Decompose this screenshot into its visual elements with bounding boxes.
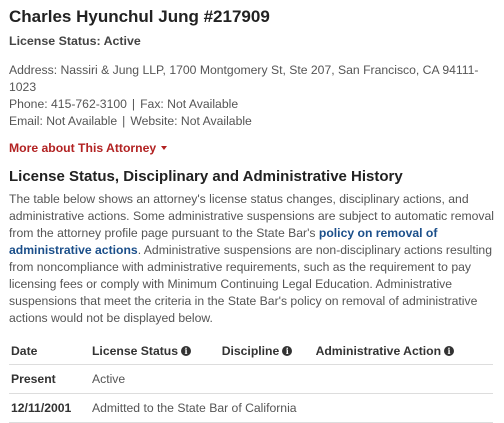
info-circle-icon[interactable]: i: [444, 345, 455, 356]
table-row: 12/11/2001 Admitted to the State Bar of …: [9, 393, 493, 423]
table-row: Present Active: [9, 364, 493, 394]
contact-block: Address: Nassiri & Jung LLP, 1700 Montgo…: [9, 62, 494, 130]
email-website-line: Email: Not Available | Website: Not Availa…: [9, 113, 494, 130]
column-header-discipline-label: Discipline: [221, 344, 280, 358]
row-discipline: [219, 364, 314, 394]
column-header-administrative-action-label: Administrative Action: [315, 344, 442, 358]
row-administrative-action: [313, 364, 493, 394]
separator: |: [122, 114, 126, 128]
column-header-license-status: License Status i: [89, 339, 220, 365]
phone-fax-line: Phone: 415-762-3100 | Fax: Not Available: [9, 96, 494, 113]
history-description: The table below shows an attorney's lice…: [9, 191, 494, 327]
website-text: Website: Not Available: [130, 114, 252, 128]
row-date: 12/11/2001: [9, 393, 90, 423]
attorney-name: Charles Hyunchul Jung #217909: [9, 7, 270, 26]
more-about-attorney-label: More about This Attorney: [9, 141, 157, 155]
row-date: Present: [9, 364, 90, 394]
separator: |: [131, 97, 136, 111]
history-table: Date License Status i Discipline i Adminis…: [9, 339, 493, 423]
row-license-status: Admitted to the State Bar of California: [89, 393, 493, 423]
phone-text: Phone: 415-762-3100: [9, 97, 127, 111]
column-header-date: Date: [9, 339, 90, 365]
email-text: Email: Not Available: [9, 114, 118, 128]
license-status: License Status: Active: [9, 34, 141, 48]
more-about-attorney-toggle[interactable]: More about This Attorney: [9, 139, 168, 157]
info-circle-icon[interactable]: i: [181, 345, 192, 356]
fax-text: Fax: Not Available: [140, 97, 239, 111]
column-header-license-status-label: License Status: [91, 344, 179, 358]
caret-down-icon: [161, 145, 168, 150]
table-header-row: Date License Status i Discipline i Adminis…: [9, 339, 493, 365]
column-header-administrative-action: Administrative Action i: [313, 339, 493, 365]
address-text: Address: Nassiri & Jung LLP, 1700 Montgo…: [9, 63, 479, 94]
info-circle-icon[interactable]: i: [282, 345, 293, 356]
history-section-title: License Status, Disciplinary and Adminis…: [9, 168, 403, 185]
attorney-profile: Charles Hyunchul Jung #217909 License St…: [0, 0, 504, 423]
column-header-date-label: Date: [11, 344, 38, 358]
column-header-discipline: Discipline i: [219, 339, 314, 365]
row-license-status: Active: [89, 364, 220, 394]
